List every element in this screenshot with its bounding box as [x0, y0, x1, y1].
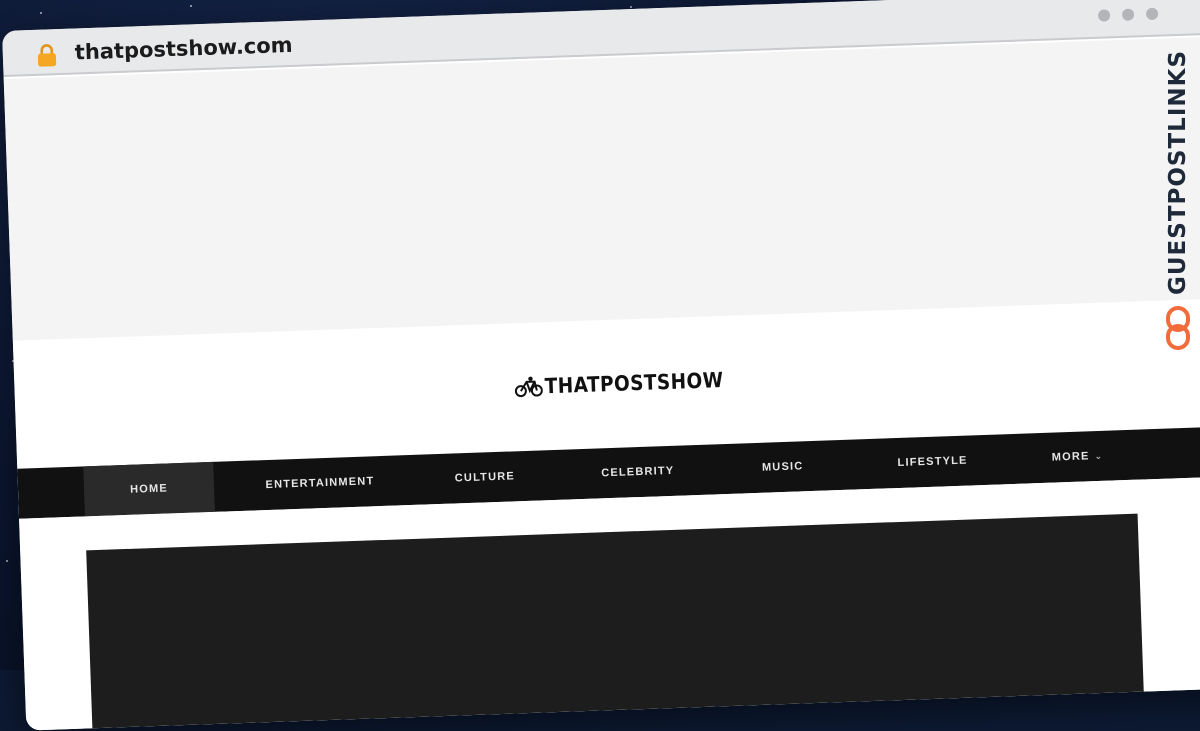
- nav-label: HOME: [130, 482, 168, 495]
- star: [190, 5, 192, 7]
- nav-item-entertainment[interactable]: ENTERTAINMENT: [239, 455, 401, 511]
- nav-label: CULTURE: [455, 470, 516, 484]
- nav-item-culture[interactable]: CULTURE: [429, 451, 541, 505]
- watermark-text: GUESTPOSTLINKS: [1165, 55, 1191, 295]
- star: [6, 560, 8, 562]
- nav-label: ENTERTAINMENT: [265, 475, 374, 491]
- nav-label: CELEBRITY: [601, 465, 675, 480]
- dot-icon[interactable]: [1146, 8, 1158, 20]
- nav-label: MORE: [1052, 450, 1090, 463]
- nav-label: MUSIC: [762, 460, 804, 473]
- nav-item-more[interactable]: MORE ⌄: [1027, 430, 1129, 483]
- star: [40, 12, 42, 14]
- logo-text: THATPOSTSHOW: [544, 368, 724, 398]
- dot-icon[interactable]: [1098, 9, 1110, 21]
- chevron-down-icon: ⌄: [1094, 450, 1103, 461]
- star: [630, 6, 632, 8]
- nav-label: LIFESTYLE: [897, 455, 967, 469]
- nav-item-celebrity[interactable]: CELEBRITY: [577, 445, 699, 499]
- window-controls: [1098, 8, 1158, 22]
- ad-banner-area: [4, 36, 1200, 341]
- hero-image-placeholder[interactable]: [86, 514, 1144, 731]
- site-logo[interactable]: THATPOSTSHOW: [514, 367, 748, 399]
- nav-item-home[interactable]: HOME: [83, 462, 215, 517]
- lock-icon: [36, 43, 57, 68]
- main-content: [19, 476, 1200, 731]
- bicycle-icon: [514, 375, 543, 398]
- nav-item-lifestyle[interactable]: LIFESTYLE: [877, 435, 989, 489]
- dot-icon[interactable]: [1122, 8, 1134, 20]
- url-bar-text[interactable]: thatpostshow.com: [74, 33, 293, 65]
- nav-item-music[interactable]: MUSIC: [737, 440, 829, 493]
- guestpostlinks-watermark: GUESTPOSTLINKS: [1156, 55, 1200, 355]
- chain-link-icon: [1164, 305, 1192, 351]
- browser-window: thatpostshow.com THATPOSTSHOW HOME ENTER…: [2, 0, 1200, 731]
